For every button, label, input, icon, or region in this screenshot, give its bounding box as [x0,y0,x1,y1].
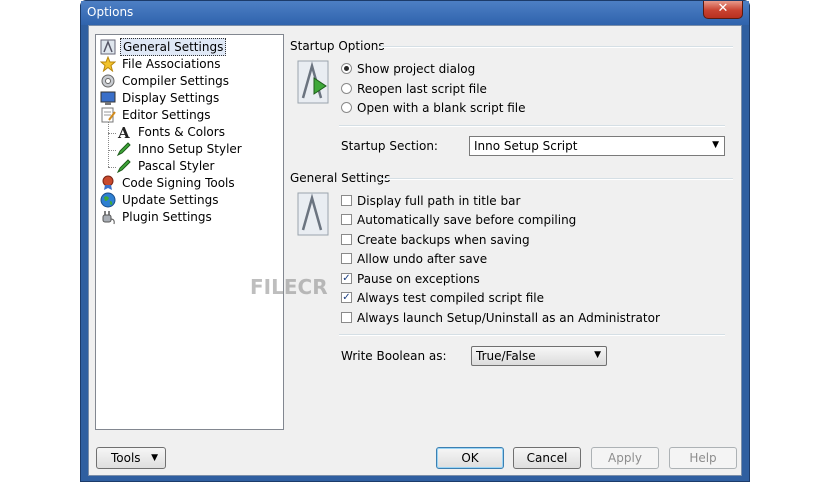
check-allow-undo[interactable]: Allow undo after save [341,250,487,267]
checkbox-checked[interactable]: ✓ [341,292,352,303]
star-icon [99,55,117,72]
editor-icon [100,107,116,123]
monitor-icon [100,90,116,106]
tree-item-plugin-settings[interactable]: Plugin Settings [100,208,214,225]
globe-icon [100,192,116,208]
checkbox-checked[interactable]: ✓ [341,273,352,284]
tree-item-general-settings[interactable]: General Settings [100,37,227,56]
settings-tree[interactable]: General Settings File Associations Compi… [95,34,284,430]
radio-indicator[interactable] [341,63,352,74]
radio-indicator[interactable] [341,83,352,94]
section-divider [339,125,725,127]
check-launch-as-admin[interactable]: Always launch Setup/Uninstall as an Admi… [341,309,660,326]
radio-label: Show project dialog [357,61,476,76]
radio-indicator[interactable] [341,102,352,113]
plug-icon [100,209,116,225]
check-display-full-path[interactable]: Display full path in title bar [341,192,520,209]
startup-section-select[interactable]: Inno Setup Script ▼ [469,136,725,156]
help-button[interactable]: Help [669,447,737,469]
check-create-backups[interactable]: Create backups when saving [341,231,530,248]
check-auto-save[interactable]: Automatically save before compiling [341,211,576,228]
title-bar[interactable]: Options ✕ [81,1,749,25]
tree-item-file-associations[interactable]: File Associations [99,55,222,72]
window-title: Options [87,5,134,19]
radio-open-blank-script[interactable]: Open with a blank script file [341,99,526,116]
seal-icon [100,175,116,191]
chevron-down-icon: ▼ [594,350,601,360]
tree-item-editor-settings[interactable]: Editor Settings [100,106,213,123]
chevron-down-icon: ▼ [151,453,158,463]
watermark-text: FILECR [250,275,328,299]
tree-item-update-settings[interactable]: Update Settings [100,191,221,208]
tree-item-label: Plugin Settings [122,209,212,224]
general-settings-icon [297,192,329,236]
tree-connector [108,150,116,151]
pencil-icon [116,141,132,157]
tree-item-label: Inno Setup Styler [138,141,242,156]
radio-label: Reopen last script file [357,81,487,96]
checkbox[interactable] [341,312,352,323]
gear-icon [100,73,116,89]
tree-connector [108,167,116,168]
checkbox-label: Always test compiled script file [357,290,544,305]
checkbox-label: Automatically save before compiling [357,212,577,227]
startup-options-title: Startup Options [290,39,385,53]
checkbox-label: Pause on exceptions [357,271,480,286]
tree-item-label: Compiler Settings [122,73,230,88]
checkbox-label: Display full path in title bar [357,193,521,208]
radio-reopen-last-script[interactable]: Reopen last script file [341,80,487,97]
check-always-test-compiled[interactable]: ✓ Always test compiled script file [341,289,544,306]
startup-section-label: Startup Section: [341,139,438,153]
tree-item-inno-setup-styler[interactable]: Inno Setup Styler [116,140,244,157]
tree-item-label: Pascal Styler [138,158,215,173]
checkbox[interactable] [341,195,352,206]
tree-item-display-settings[interactable]: Display Settings [100,89,221,106]
pencil-icon [116,158,132,174]
options-window: Options ✕ General Settings File Associat… [80,0,750,482]
dialog-client-area: General Settings File Associations Compi… [88,25,742,476]
section-divider [379,46,733,48]
tools-button-label: Tools [111,451,141,465]
tree-item-label: General Settings [120,37,227,56]
close-button[interactable]: ✕ [703,1,743,19]
checkbox[interactable] [341,214,352,225]
tree-item-label: File Associations [122,56,221,71]
general-settings-title: General Settings [290,171,391,185]
startup-options-icon [297,60,329,104]
write-boolean-select[interactable]: True/False ▼ [471,346,607,366]
tree-item-pascal-styler[interactable]: Pascal Styler [116,157,216,174]
checkbox-label: Allow undo after save [357,251,488,266]
tree-connector [108,133,116,134]
ok-button[interactable]: OK [436,447,504,469]
tree-item-label: Code Signing Tools [122,175,235,190]
write-boolean-label: Write Boolean as: [341,349,447,363]
tree-item-code-signing-tools[interactable]: Code Signing Tools [100,174,237,191]
svg-text:A: A [117,124,130,140]
tree-item-label: Update Settings [122,192,219,207]
check-pause-on-exceptions[interactable]: ✓ Pause on exceptions [341,270,480,287]
checkbox[interactable] [341,234,352,245]
startup-section-value: Inno Setup Script [474,139,578,153]
write-boolean-value: True/False [476,349,536,363]
tree-item-fonts-colors[interactable]: A Fonts & Colors [116,123,227,142]
cancel-button[interactable]: Cancel [513,447,581,469]
tree-connector [108,121,109,167]
tree-item-label: Editor Settings [122,107,211,122]
tree-item-label: Display Settings [122,90,220,105]
checkbox-label: Always launch Setup/Uninstall as an Admi… [357,310,660,325]
checkbox-label: Create backups when saving [357,232,530,247]
section-divider [379,178,733,180]
font-icon: A [116,124,132,142]
apply-button[interactable]: Apply [591,447,659,469]
section-divider [339,334,725,336]
general-settings-icon [100,39,116,55]
tree-item-label: Fonts & Colors [138,124,225,139]
radio-label: Open with a blank script file [357,100,526,115]
radio-show-project-dialog[interactable]: Show project dialog [341,60,475,77]
checkbox[interactable] [341,253,352,264]
tree-item-compiler-settings[interactable]: Compiler Settings [100,72,231,89]
tools-button[interactable]: Tools ▼ [96,447,166,469]
chevron-down-icon: ▼ [712,140,719,150]
